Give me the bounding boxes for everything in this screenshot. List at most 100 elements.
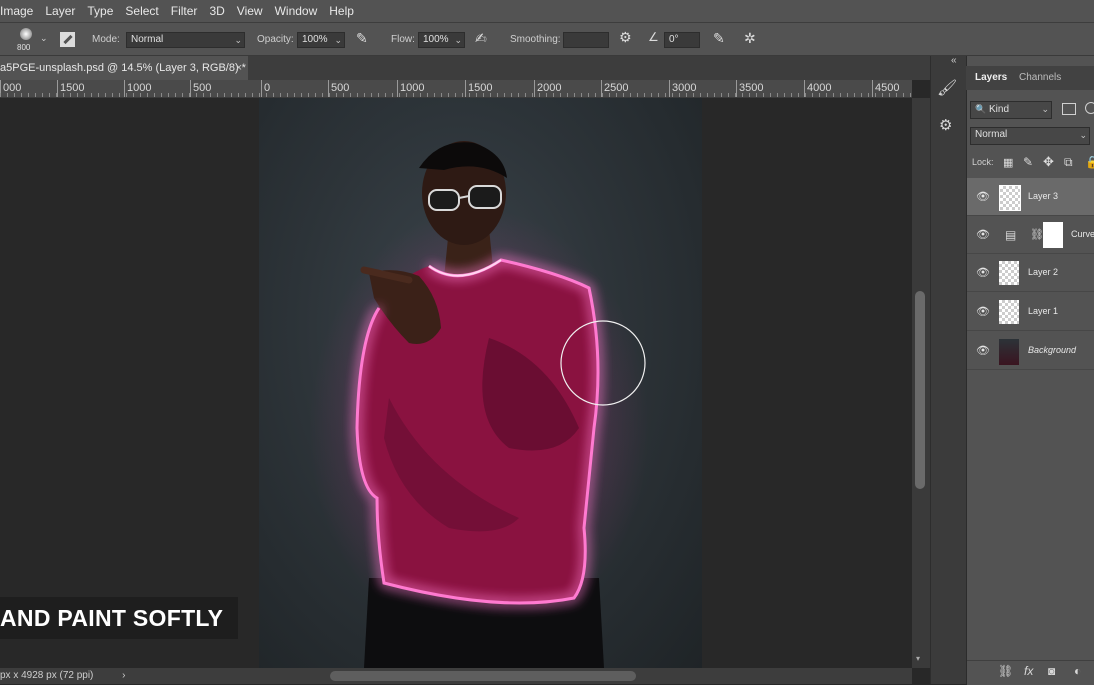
- layer-row[interactable]: 👁 Layer 1: [967, 293, 1094, 331]
- link-layers-icon[interactable]: ⛓: [998, 664, 1013, 678]
- layer-name[interactable]: Layer 2: [1028, 267, 1058, 277]
- ruler-minor-tick: [756, 93, 757, 97]
- pressure-opacity-icon[interactable]: ✎: [356, 30, 368, 47]
- tab-layers[interactable]: Layers: [975, 72, 1007, 83]
- layer-thumbnail: [999, 185, 1021, 211]
- collapse-panels-icon[interactable]: «: [951, 55, 957, 66]
- layer-row[interactable]: 👁 Layer 2: [967, 254, 1094, 292]
- ruler-minor-tick: [294, 93, 295, 97]
- horizontal-scrollbar[interactable]: [330, 671, 636, 681]
- ruler-minor-tick: [553, 93, 554, 97]
- menu-help[interactable]: Help: [323, 0, 360, 22]
- menu-window[interactable]: Window: [269, 0, 324, 22]
- curves-adjustment-icon: ▤: [1005, 228, 1017, 242]
- ruler-minor-tick: [336, 93, 337, 97]
- ruler-tick: [190, 80, 191, 97]
- opacity-field[interactable]: 100% ⌄: [297, 32, 345, 48]
- document-image[interactable]: [259, 98, 702, 668]
- brush-preset-picker[interactable]: 800: [14, 26, 40, 54]
- lock-label: Lock:: [972, 157, 994, 167]
- status-menu-arrow-icon[interactable]: ›: [122, 670, 125, 681]
- angle-field[interactable]: 0°: [664, 32, 700, 48]
- tab-channels[interactable]: Channels: [1019, 72, 1061, 83]
- ruler-minor-tick: [175, 93, 176, 97]
- layer-row[interactable]: 👁 Layer 3: [967, 178, 1094, 216]
- ruler-minor-tick: [518, 93, 519, 97]
- menu-layer[interactable]: Layer: [39, 0, 81, 22]
- scroll-down-arrow-icon[interactable]: ▾: [916, 654, 920, 663]
- symmetry-icon[interactable]: ✲: [744, 30, 756, 47]
- ruler-minor-tick: [469, 93, 470, 97]
- layer-name[interactable]: Layer 1: [1028, 306, 1058, 316]
- canvas-area[interactable]: [0, 98, 912, 668]
- layers-panel: [966, 56, 1094, 684]
- ruler-minor-tick: [609, 93, 610, 97]
- filter-image-icon[interactable]: [1062, 103, 1076, 115]
- menu-select[interactable]: Select: [119, 0, 164, 22]
- ruler-minor-tick: [903, 93, 904, 97]
- layer-name[interactable]: Curves: [1071, 229, 1094, 239]
- lock-artboard-icon[interactable]: ⧉: [1064, 155, 1073, 170]
- flow-field[interactable]: 100% ⌄: [418, 32, 465, 48]
- layer-name[interactable]: Layer 3: [1028, 191, 1058, 201]
- ruler-minor-tick: [329, 93, 330, 97]
- airbrush-icon[interactable]: ✍: [475, 30, 487, 47]
- chain-link-icon[interactable]: ⛓: [1030, 228, 1044, 241]
- ruler-minor-tick: [161, 93, 162, 97]
- filter-adjustment-icon[interactable]: [1085, 102, 1094, 114]
- visibility-eye-icon[interactable]: 👁: [976, 305, 990, 318]
- ruler-minor-tick: [616, 93, 617, 97]
- pressure-size-icon[interactable]: ✎: [713, 30, 725, 47]
- properties-panel-icon[interactable]: ⚙: [939, 116, 952, 134]
- visibility-eye-icon[interactable]: 👁: [976, 228, 990, 241]
- add-mask-icon[interactable]: ◙: [1048, 664, 1055, 678]
- ruler-minor-tick: [434, 93, 435, 97]
- mode-select[interactable]: Normal ⌄: [126, 32, 245, 48]
- ruler-tick-label: 0: [264, 82, 271, 94]
- chevron-down-icon[interactable]: ⌄: [40, 33, 48, 44]
- lock-pixels-icon[interactable]: ✎: [1023, 155, 1033, 169]
- menu-3d[interactable]: 3D: [203, 0, 230, 22]
- document-tab[interactable]: a5PGE-unsplash.psd @ 14.5% (Layer 3, RGB…: [0, 56, 248, 80]
- close-icon[interactable]: ×: [236, 56, 242, 80]
- ruler-minor-tick: [770, 93, 771, 97]
- fx-icon[interactable]: fx: [1024, 664, 1033, 678]
- ruler-minor-tick: [700, 93, 701, 97]
- document-size-status[interactable]: px x 4928 px (72 ppi) ›: [0, 670, 126, 681]
- search-icon: 🔍: [975, 104, 987, 114]
- lock-all-icon[interactable]: 🔒: [1085, 155, 1094, 169]
- ruler-minor-tick: [840, 93, 841, 97]
- gear-icon[interactable]: ⚙: [619, 29, 632, 46]
- opacity-value: 100%: [302, 34, 328, 45]
- smoothing-field[interactable]: [563, 32, 609, 48]
- brush-settings-icon[interactable]: [60, 32, 75, 47]
- visibility-eye-icon[interactable]: 👁: [976, 344, 990, 357]
- blend-mode-select[interactable]: Normal ⌄: [970, 127, 1090, 145]
- layer-row[interactable]: 👁 ▤ ⛓ Curves: [967, 216, 1094, 254]
- brush-panel-icon[interactable]: 🖌: [937, 78, 957, 98]
- ruler-minor-tick: [749, 93, 750, 97]
- ruler-minor-tick: [35, 93, 36, 97]
- ruler-minor-tick: [252, 93, 253, 97]
- visibility-eye-icon[interactable]: 👁: [976, 190, 990, 203]
- visibility-eye-icon[interactable]: 👁: [976, 266, 990, 279]
- menu-type[interactable]: Type: [81, 0, 119, 22]
- ruler-minor-tick: [686, 93, 687, 97]
- ruler-minor-tick: [504, 93, 505, 97]
- layer-filter-select[interactable]: 🔍 Kind ⌄: [970, 101, 1052, 119]
- ruler-minor-tick: [196, 93, 197, 97]
- chevron-down-icon: ⌄: [1041, 104, 1049, 114]
- layer-name[interactable]: Background: [1028, 345, 1076, 355]
- ruler-minor-tick: [14, 93, 15, 97]
- lock-position-icon[interactable]: ✥: [1043, 154, 1054, 170]
- lock-transparency-icon[interactable]: ▦: [1003, 156, 1013, 169]
- layer-row[interactable]: 👁 Background: [967, 332, 1094, 370]
- document-size-text: px x 4928 px (72 ppi): [0, 670, 94, 681]
- ruler-minor-tick: [672, 93, 673, 97]
- menu-filter[interactable]: Filter: [165, 0, 204, 22]
- panel-dock: 🖌 ⚙: [930, 56, 966, 684]
- menu-view[interactable]: View: [231, 0, 269, 22]
- vertical-scrollbar[interactable]: [915, 291, 925, 489]
- new-adjustment-layer-icon[interactable]: ◐: [1074, 664, 1081, 678]
- menu-image[interactable]: Image: [0, 0, 39, 22]
